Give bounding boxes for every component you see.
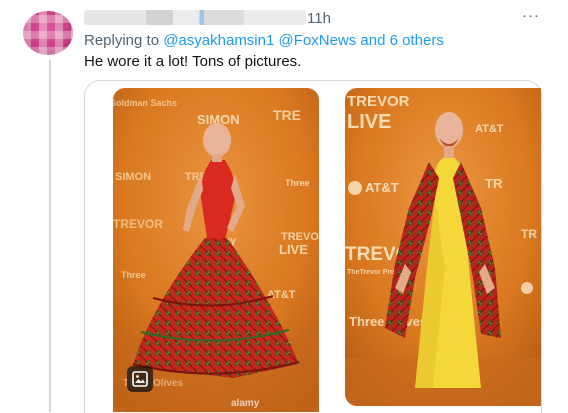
- photo-red-gown[interactable]: Goldman Sachs SIMON TRE SIMON TRE Three …: [113, 88, 319, 412]
- svg-text:AT&T: AT&T: [365, 180, 399, 195]
- thread-connector-line: [49, 60, 51, 412]
- mention-link-asyakhamsin1[interactable]: @asyakhamsin1: [163, 32, 274, 49]
- svg-text:LIVE: LIVE: [347, 111, 391, 133]
- replying-and-text: and: [356, 32, 390, 49]
- more-dots-icon[interactable]: ···: [522, 8, 542, 26]
- svg-text:SIMON: SIMON: [115, 171, 151, 183]
- svg-text:TR: TR: [485, 176, 503, 191]
- svg-text:TREVOR: TREVOR: [113, 217, 163, 231]
- svg-text:TRE: TRE: [273, 107, 301, 123]
- reply-tweet: 11h ··· Replying to @asyakhamsin1 @FoxNe…: [0, 0, 568, 413]
- svg-text:Goldman Sachs: Goldman Sachs: [113, 98, 177, 108]
- svg-text:alamy: alamy: [231, 398, 260, 409]
- red-gown-photo-image: Goldman Sachs SIMON TRE SIMON TRE Three …: [113, 88, 319, 412]
- svg-text:Three: Three: [285, 178, 310, 188]
- yellow-gown-photo-image: TREVOR LIVE AT&T AT&T TR TREVO TheTrevor…: [345, 88, 541, 406]
- avatar[interactable]: [23, 11, 73, 55]
- photo-yellow-gown[interactable]: TREVOR LIVE AT&T AT&T TR TREVO TheTrevor…: [345, 88, 541, 406]
- tweet-text: He wore it a lot! Tons of pictures.: [84, 53, 302, 70]
- svg-text:TR: TR: [521, 227, 537, 241]
- image-gallery-icon[interactable]: [127, 366, 153, 392]
- replying-prefix: Replying to: [84, 32, 164, 49]
- svg-text:Three: Three: [121, 270, 146, 280]
- svg-text:TREVOR: TREVOR: [347, 93, 410, 110]
- others-link[interactable]: 6 others: [390, 32, 444, 49]
- svg-text:AT&T: AT&T: [267, 289, 296, 301]
- svg-text:AT&T: AT&T: [475, 123, 504, 135]
- mention-link-foxnews[interactable]: @FoxNews: [279, 32, 357, 49]
- tweet-timestamp[interactable]: 11h: [307, 10, 331, 27]
- svg-text:LIVE: LIVE: [279, 242, 308, 257]
- blurred-author-name[interactable]: [84, 10, 306, 25]
- replying-to-line: Replying to @asyakhamsin1 @FoxNews and 6…: [84, 32, 444, 49]
